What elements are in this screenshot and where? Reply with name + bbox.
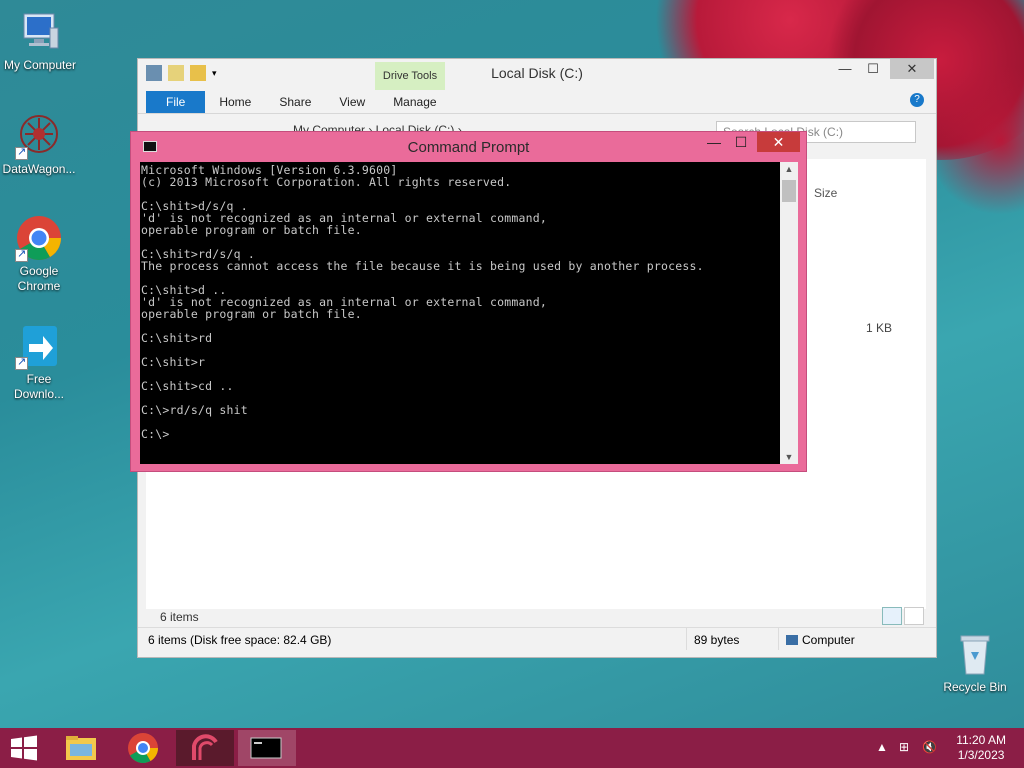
taskbar-file-explorer[interactable]	[52, 730, 110, 766]
volume-muted-icon[interactable]: 🔇	[922, 740, 937, 754]
clock-time: 11:20 AM	[956, 733, 1006, 747]
wallpaper-flower	[930, 60, 1024, 220]
close-button[interactable]: ✕	[757, 132, 800, 152]
tab-share[interactable]: Share	[265, 91, 325, 113]
desktop-icon-recycle-bin[interactable]: Recycle Bin	[935, 630, 1015, 695]
status-location: Computer	[786, 633, 855, 647]
desktop-icon-label: DataWagon...	[2, 162, 76, 176]
desktop-icon-label: My Computer	[3, 58, 77, 72]
help-icon[interactable]: ?	[910, 93, 924, 107]
command-prompt-window[interactable]: Command Prompt — ☐ ✕ Microsoft Windows […	[130, 131, 807, 472]
chrome-icon	[128, 733, 158, 764]
desktop-icon-google-chrome[interactable]: Google Chrome	[0, 214, 79, 294]
taskbar: ▲ ⊞ 🔇 11:20 AM 1/3/2023	[0, 728, 1024, 768]
computer-icon	[786, 635, 798, 645]
show-hidden-icons[interactable]: ▲	[876, 740, 888, 754]
desktop-icon-label: Free Downlo...	[13, 372, 65, 401]
windows-logo-icon	[11, 735, 37, 761]
close-button[interactable]: ✕	[890, 59, 934, 79]
tab-view[interactable]: View	[325, 91, 379, 113]
recycle-bin-icon	[951, 630, 999, 678]
shortcut-arrow-icon	[15, 145, 28, 160]
desktop-icon-my-computer[interactable]: My Computer	[0, 8, 80, 73]
download-manager-icon	[15, 322, 63, 370]
ribbon-divider	[138, 113, 936, 114]
cmd-scrollbar[interactable]: ▲ ▼	[780, 162, 798, 464]
system-clock[interactable]: 11:20 AM 1/3/2023	[956, 733, 1006, 763]
app-icon	[192, 734, 218, 760]
column-header-size[interactable]: Size	[814, 186, 837, 200]
status-divider	[778, 628, 779, 650]
clock-date: 1/3/2023	[957, 748, 1005, 762]
scroll-thumb[interactable]	[782, 180, 796, 202]
tab-manage[interactable]: Manage	[379, 91, 450, 113]
details-view-icon[interactable]	[882, 607, 902, 625]
status-bar: 6 items (Disk free space: 82.4 GB) 89 by…	[138, 627, 936, 650]
maximize-button[interactable]: ☐	[858, 59, 888, 79]
cmd-title-bar[interactable]: Command Prompt — ☐ ✕	[131, 132, 806, 162]
status-location-label: Computer	[802, 633, 855, 647]
datawagon-icon	[15, 112, 63, 160]
items-count: 6 items	[160, 610, 199, 624]
start-button[interactable]	[0, 730, 48, 766]
chrome-icon	[15, 214, 63, 262]
view-buttons	[882, 607, 924, 625]
desktop-icon-free-download[interactable]: Free Downlo...	[0, 322, 79, 402]
scroll-down-icon[interactable]: ▼	[780, 452, 798, 462]
tab-file[interactable]: File	[146, 91, 206, 113]
desktop-icon-label: Recycle Bin	[943, 680, 1007, 694]
taskbar-chrome[interactable]	[114, 730, 172, 766]
ribbon-tabs: File Home Share View Manage	[146, 91, 451, 113]
cmd-icon	[250, 737, 282, 759]
scroll-up-icon[interactable]: ▲	[780, 164, 798, 174]
taskbar-command-prompt[interactable]	[238, 730, 296, 766]
status-bytes: 89 bytes	[694, 633, 740, 647]
explorer-title-bar[interactable]: ▾ Drive Tools Local Disk (C:) — ☐ ✕	[138, 59, 936, 90]
desktop-icon-label: Google Chrome	[17, 264, 61, 293]
large-icons-view-icon[interactable]	[904, 607, 924, 625]
shortcut-arrow-icon	[15, 355, 28, 370]
window-title: Local Disk (C:)	[491, 65, 583, 81]
tab-home[interactable]: Home	[205, 91, 265, 113]
maximize-button[interactable]: ☐	[729, 132, 753, 152]
cmd-console[interactable]: Microsoft Windows [Version 6.3.9600] (c)…	[140, 162, 780, 464]
shortcut-arrow-icon	[15, 247, 28, 262]
taskbar-app[interactable]	[176, 730, 234, 766]
computer-icon	[16, 8, 64, 56]
minimize-button[interactable]: —	[701, 132, 727, 152]
file-size-value: 1 KB	[866, 321, 893, 335]
status-divider	[686, 628, 687, 650]
network-icon[interactable]: ⊞	[899, 740, 909, 754]
status-items: 6 items (Disk free space: 82.4 GB)	[148, 633, 332, 647]
minimize-button[interactable]: —	[830, 59, 860, 79]
folder-icon	[66, 736, 96, 760]
desktop-icon-datawagon[interactable]: DataWagon...	[0, 112, 79, 177]
cmd-output: Microsoft Windows [Version 6.3.9600] (c)…	[141, 163, 704, 441]
